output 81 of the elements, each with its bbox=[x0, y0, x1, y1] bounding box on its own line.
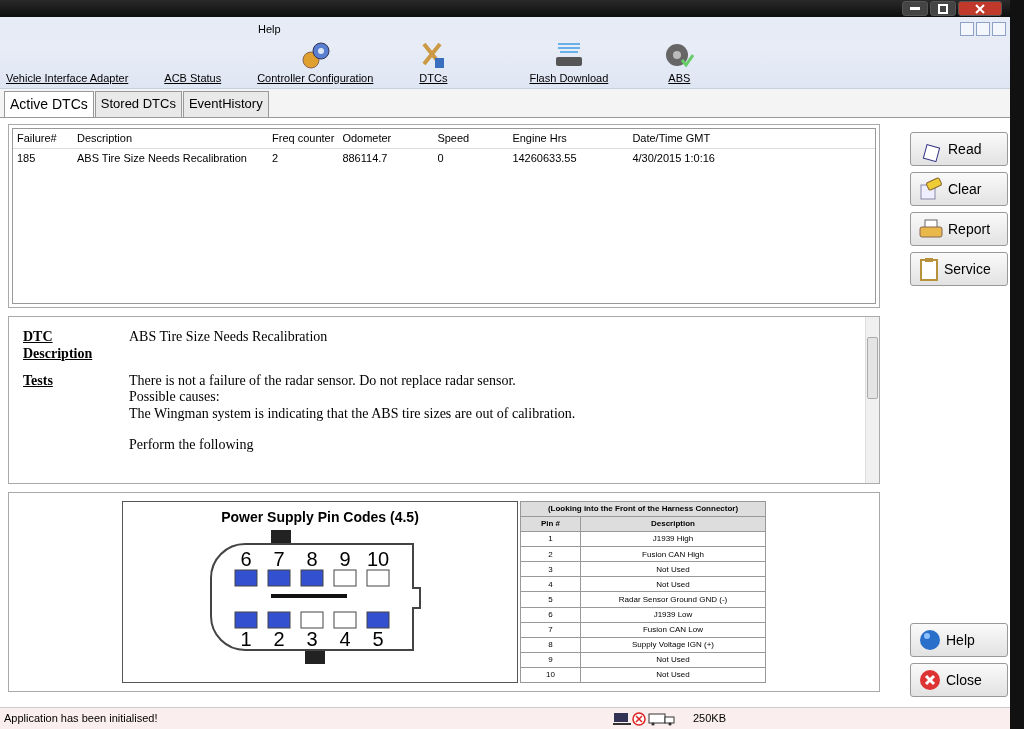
toolbar-button[interactable]: ABS bbox=[658, 39, 701, 88]
table-cell: 14260633.55 bbox=[508, 148, 629, 167]
minimize-icon bbox=[910, 6, 920, 11]
eraser-icon bbox=[919, 177, 943, 201]
table-cell: 886114.7 bbox=[338, 148, 434, 167]
pin-number: 2 bbox=[273, 628, 285, 650]
menu-item[interactable]: Help bbox=[258, 20, 281, 38]
toolbar-button[interactable]: ACB Status bbox=[158, 69, 228, 88]
toolbar-button[interactable]: DTCs bbox=[413, 39, 454, 88]
pin-number: 9 bbox=[339, 548, 351, 570]
description-text: There is not a failure of the radar sensor. Do not replace radar sensor. bbox=[129, 372, 517, 390]
table-cell: 2 bbox=[520, 546, 581, 562]
pin-number: 4 bbox=[339, 628, 351, 650]
table-cell: 1 bbox=[520, 531, 581, 547]
toolbar-button[interactable]: Vehicle Interface Adapter bbox=[0, 69, 135, 88]
close-button[interactable]: Close bbox=[910, 663, 1008, 697]
table-cell: 8 bbox=[520, 637, 581, 653]
table-cell: Fusion CAN High bbox=[580, 546, 766, 562]
toolbar-button[interactable]: Flash Download bbox=[523, 39, 615, 88]
connection-status-icon bbox=[612, 711, 677, 726]
description-text: The Wingman system is indicating that the ABS tire sizes are out of calibration. bbox=[129, 406, 576, 423]
table-cell: 10 bbox=[520, 667, 581, 683]
close-icon bbox=[919, 669, 941, 691]
table-cell: 9 bbox=[520, 652, 581, 668]
side-button[interactable]: Read bbox=[910, 132, 1008, 166]
diagram-title: Power Supply Pin Codes (4.5) bbox=[221, 508, 419, 527]
pin-number: 7 bbox=[273, 548, 285, 570]
column-header[interactable]: Engine Hrs bbox=[508, 129, 629, 148]
table-cell: 0 bbox=[433, 148, 509, 167]
table-cell: 6 bbox=[520, 607, 581, 623]
table-cell: Not Used bbox=[580, 652, 766, 668]
table-cell: Not Used bbox=[580, 667, 766, 683]
clipboard-icon bbox=[919, 257, 939, 281]
pin-number: 3 bbox=[306, 628, 318, 650]
pin-number: 1 bbox=[240, 628, 252, 650]
side-button[interactable]: Report bbox=[910, 212, 1008, 246]
table-cell: Fusion CAN Low bbox=[580, 622, 766, 638]
table-cell: Radar Sensor Ground GND (-) bbox=[580, 591, 766, 608]
column-header[interactable]: Failure# bbox=[13, 129, 73, 148]
close-icon bbox=[975, 3, 985, 14]
column-header[interactable]: Odometer bbox=[338, 129, 434, 148]
scrollbar-thumb[interactable] bbox=[867, 337, 878, 399]
table-cell: 3 bbox=[520, 561, 581, 577]
column-header[interactable]: Freq counter bbox=[268, 129, 339, 148]
help-button[interactable]: Help bbox=[910, 623, 1008, 657]
table-cell: Not Used bbox=[580, 576, 766, 592]
description-text: Perform the following bbox=[129, 437, 255, 454]
table-cell: 4/30/2015 1:0:16 bbox=[628, 148, 875, 167]
side-button[interactable]: Service bbox=[910, 252, 1008, 286]
table-cell: 2 bbox=[268, 148, 339, 167]
tab[interactable]: EventHistory bbox=[182, 91, 269, 117]
table-cell: Supply Voltage IGN (+) bbox=[580, 637, 766, 653]
column-header[interactable]: Speed bbox=[433, 129, 509, 148]
table-cell: 185 bbox=[13, 148, 73, 167]
status-message: Application has been initialised! bbox=[4, 711, 158, 727]
pin-number: 6 bbox=[240, 548, 252, 570]
pin-number: 5 bbox=[372, 628, 384, 650]
table-caption: (Looking into the Front of the Harness Connector) bbox=[520, 501, 766, 517]
table-cell: J1939 High bbox=[580, 531, 766, 547]
table-cell: J1939 Low bbox=[580, 607, 766, 623]
pin-number: 10 bbox=[366, 548, 390, 570]
section-heading: Tests bbox=[23, 372, 54, 390]
table-cell: 5 bbox=[520, 591, 581, 608]
toolbar-button[interactable]: Controller Configuration bbox=[251, 39, 380, 88]
description-text: ABS Tire Size Needs Recalibration bbox=[129, 329, 328, 346]
maximize-icon bbox=[938, 3, 948, 14]
table-cell: 4 bbox=[520, 576, 581, 592]
side-button[interactable]: Clear bbox=[910, 172, 1008, 206]
maximize-button[interactable] bbox=[930, 1, 956, 16]
memory-usage: 250KB bbox=[692, 711, 726, 727]
printer-icon bbox=[919, 218, 943, 240]
description-text: Possible causes: bbox=[129, 389, 221, 407]
section-heading: DTC Description bbox=[23, 329, 94, 363]
column-header[interactable]: Date/Time GMT bbox=[628, 129, 875, 148]
column-header[interactable]: Description bbox=[73, 129, 268, 148]
tab[interactable]: Stored DTCs bbox=[94, 91, 182, 117]
table-cell: Not Used bbox=[580, 561, 766, 577]
tab[interactable]: Active DTCs bbox=[4, 91, 94, 117]
pin-number: 8 bbox=[306, 548, 318, 570]
table-cell: 7 bbox=[520, 622, 581, 638]
table-cell: ABS Tire Size Needs Recalibration bbox=[73, 148, 268, 167]
